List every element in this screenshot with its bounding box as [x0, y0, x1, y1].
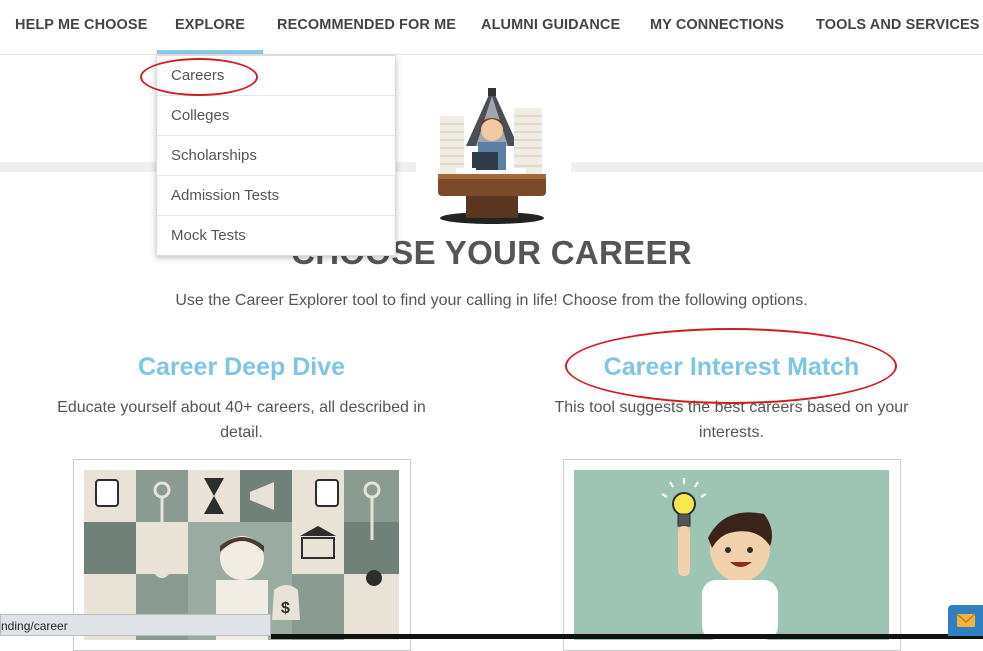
nav-help-me-choose[interactable]: HELP ME CHOOSE: [15, 0, 147, 54]
career-deep-dive-link[interactable]: Career Deep Dive: [60, 353, 423, 382]
svg-text:$: $: [281, 600, 290, 617]
dropdown-item-mock-tests[interactable]: Mock Tests: [157, 216, 395, 255]
career-interest-match-link[interactable]: Career Interest Match: [550, 353, 913, 382]
status-url: nding/career: [1, 619, 68, 633]
divider-band-right: [571, 162, 983, 172]
nav-my-connections[interactable]: MY CONNECTIONS: [650, 0, 784, 54]
dropdown-item-scholarships[interactable]: Scholarships: [157, 136, 395, 176]
career-deep-dive-desc-line-1: Educate yourself about 40+ careers, all …: [57, 399, 426, 416]
idea-person-illustration[interactable]: [574, 470, 889, 640]
dropdown-item-careers[interactable]: Careers: [157, 56, 395, 96]
nav-alumni-guidance[interactable]: ALUMNI GUIDANCE: [481, 0, 620, 54]
browser-status-bar: nding/career: [0, 614, 271, 636]
career-deep-dive-desc-line-2: detail.: [220, 424, 263, 441]
bottom-edge: [271, 634, 983, 639]
top-navigation: HELP ME CHOOSE EXPLORE RECOMMENDED FOR M…: [0, 0, 983, 55]
explore-dropdown-menu: Careers Colleges Scholarships Admission …: [156, 55, 396, 256]
envelope-icon: [956, 613, 976, 627]
page-title: CHOOSE YOUR CAREER: [291, 234, 692, 271]
nav-tools-and-services[interactable]: TOOLS AND SERVICES: [816, 0, 979, 54]
career-interest-match-description: This tool suggests the best careers base…: [530, 395, 933, 445]
career-interest-match-desc-line-2: interests.: [699, 424, 764, 441]
message-button[interactable]: [948, 605, 983, 636]
nav-explore[interactable]: EXPLORE: [157, 0, 263, 54]
page-subtitle: Use the Career Explorer tool to find you…: [175, 292, 808, 309]
nav-recommended-for-me[interactable]: RECOMMENDED FOR ME: [277, 0, 456, 54]
career-deep-dive-description: Educate yourself about 40+ careers, all …: [40, 395, 443, 445]
career-interest-match-desc-line-1: This tool suggests the best careers base…: [554, 399, 909, 416]
office-worker-illustration: [438, 88, 546, 224]
dropdown-item-colleges[interactable]: Colleges: [157, 96, 395, 136]
dropdown-item-admission-tests[interactable]: Admission Tests: [157, 176, 395, 216]
